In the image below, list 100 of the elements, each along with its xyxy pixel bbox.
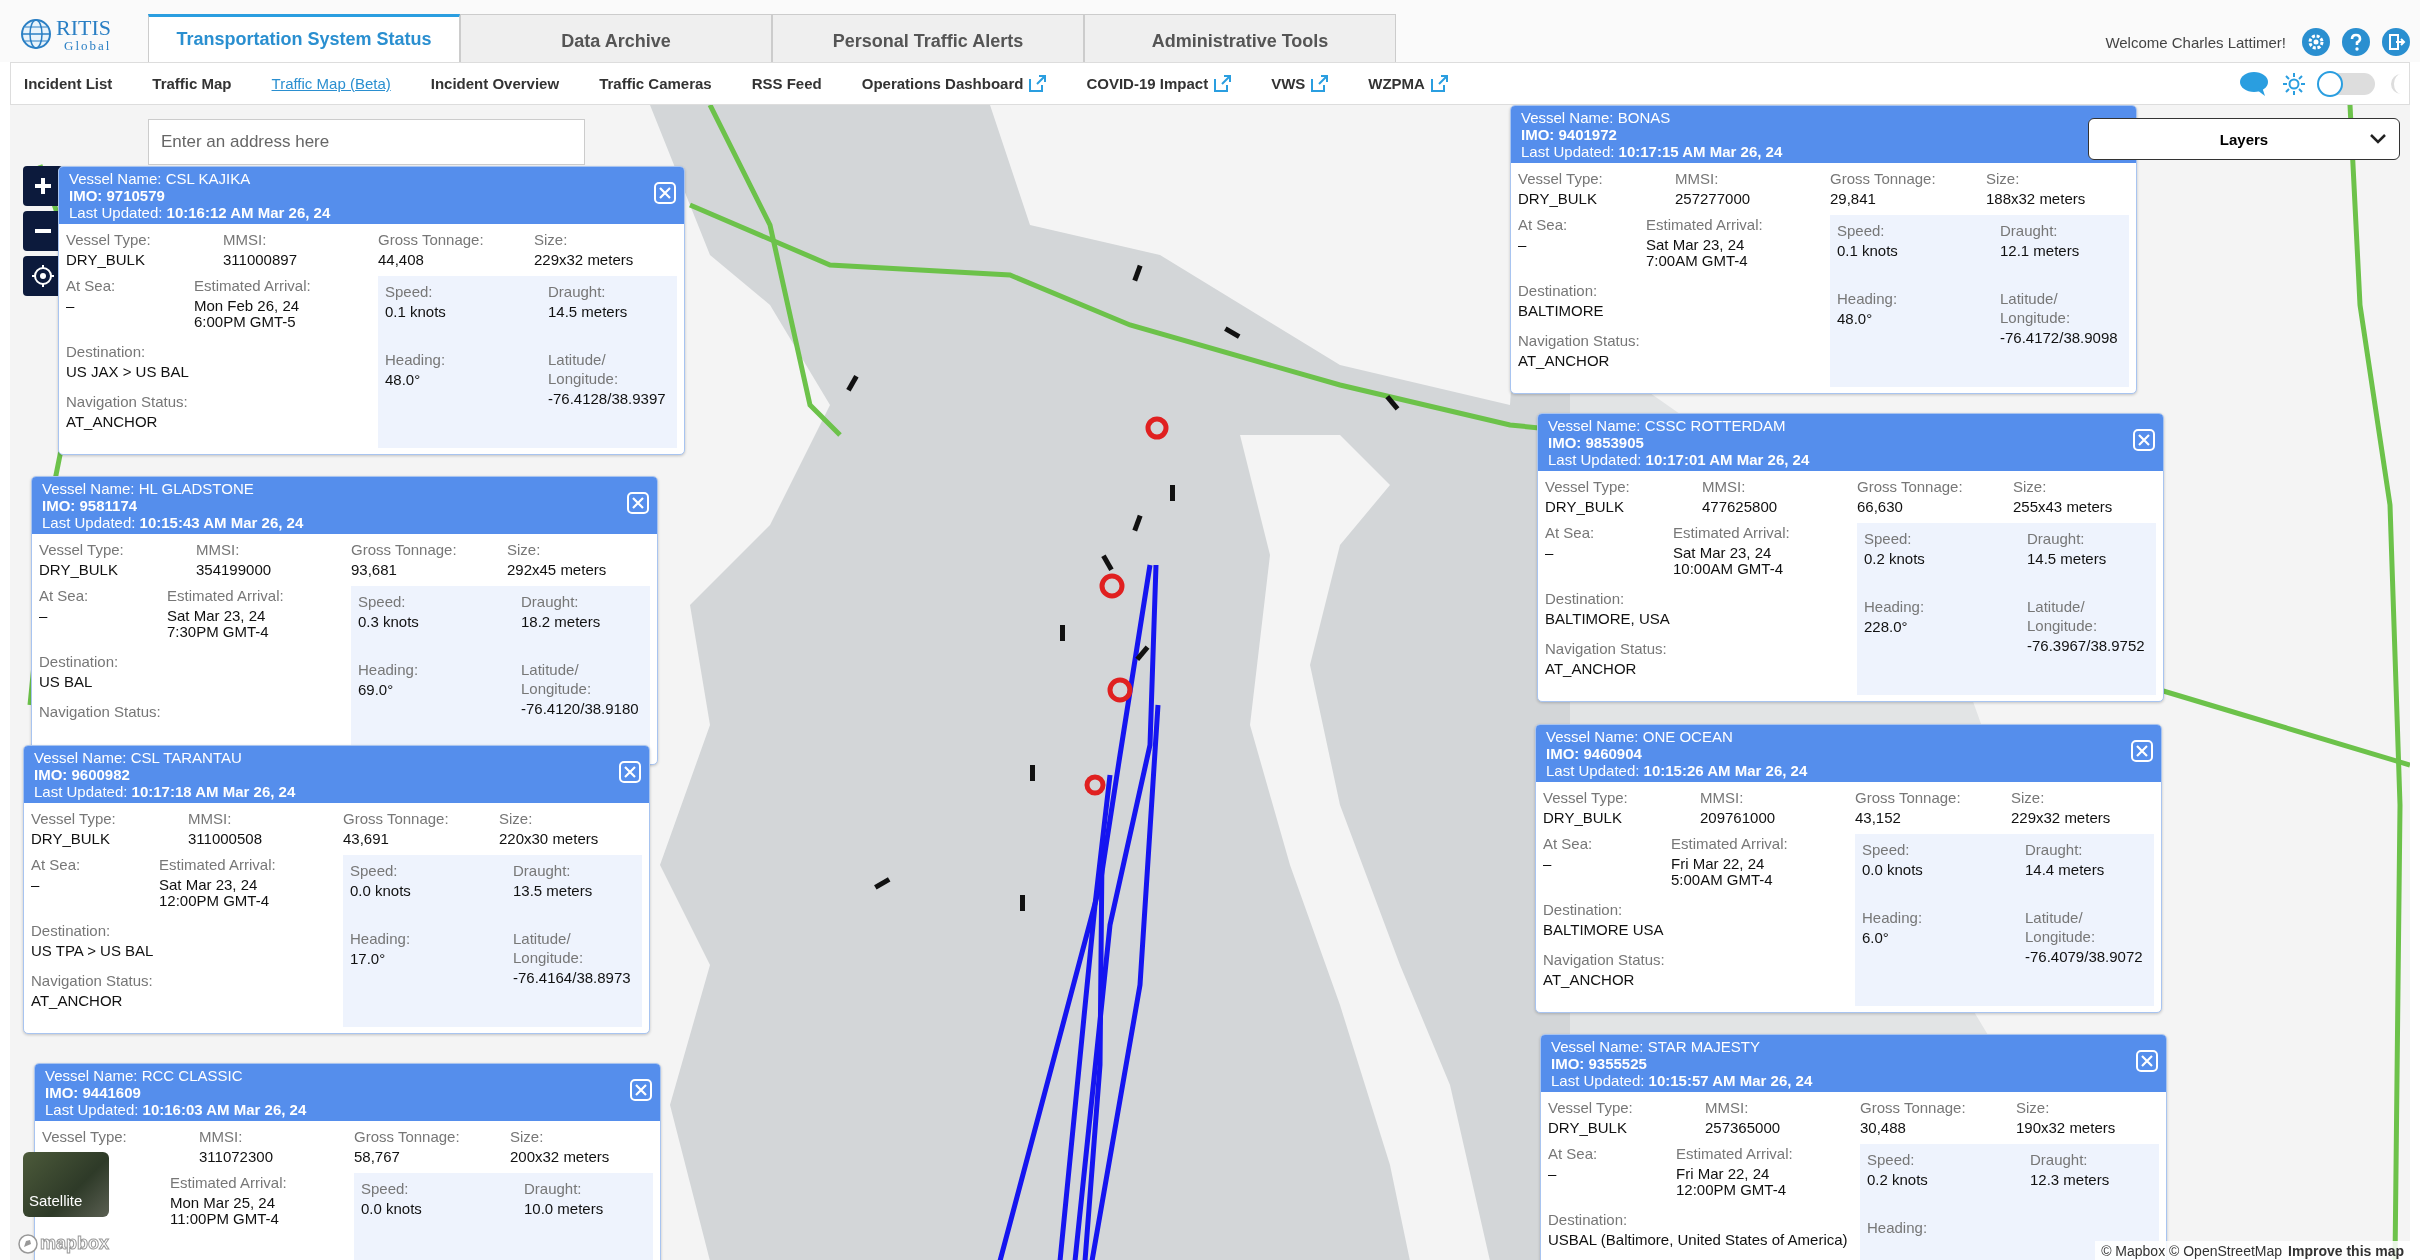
field-value: Mon Mar 25, 24 11:00PM GMT-4 bbox=[170, 1195, 279, 1227]
gear-icon[interactable] bbox=[2302, 28, 2330, 56]
vessel-name: Vessel Name: RCC CLASSIC bbox=[45, 1067, 243, 1084]
close-button[interactable] bbox=[2131, 740, 2153, 762]
field-value: Sat Mar 23, 24 10:00AM GMT-4 bbox=[1673, 545, 1784, 577]
field-value: 29,841 bbox=[1830, 191, 1876, 207]
tab[interactable]: Data Archive bbox=[460, 14, 772, 62]
field-label: Speed: bbox=[1867, 1150, 1915, 1169]
logout-icon[interactable] bbox=[2382, 28, 2410, 56]
field-value: DRY_BULK bbox=[39, 562, 118, 578]
field-label: Vessel Type: bbox=[1548, 1098, 1633, 1117]
vessel-name: Vessel Name: CSL TARANTAU bbox=[34, 749, 242, 766]
satellite-toggle[interactable]: Satellite bbox=[23, 1152, 109, 1217]
vessel-name: Vessel Name: CSSC ROTTERDAM bbox=[1548, 417, 1786, 434]
field-label: Destination: bbox=[1548, 1210, 1628, 1229]
close-icon bbox=[2135, 744, 2149, 758]
last-updated: Last Updated: 10:15:43 AM Mar 26, 24 bbox=[42, 514, 304, 531]
last-updated: Last Updated: 10:16:12 AM Mar 26, 24 bbox=[69, 204, 331, 221]
field-label: At Sea: bbox=[1518, 215, 1568, 234]
tab[interactable]: Personal Traffic Alerts bbox=[772, 14, 1084, 62]
field-value: 6.0° bbox=[1862, 930, 1889, 946]
field-label: At Sea: bbox=[31, 855, 81, 874]
field-label: At Sea: bbox=[1545, 523, 1595, 542]
nav-link[interactable]: COVID-19 Impact bbox=[1086, 75, 1232, 92]
field-label: Vessel Type: bbox=[1518, 169, 1603, 188]
field-value: 190x32 meters bbox=[2016, 1120, 2116, 1136]
chat-bubble-icon[interactable] bbox=[2239, 70, 2269, 97]
vessel-name: Vessel Name: BONAS bbox=[1521, 109, 1671, 126]
field-value: 14.5 meters bbox=[548, 304, 628, 320]
close-button[interactable] bbox=[2133, 429, 2155, 451]
field-label: Heading: bbox=[358, 660, 419, 679]
field-value: – bbox=[1548, 1166, 1557, 1182]
field-label: Draught: bbox=[521, 592, 579, 611]
last-updated: Last Updated: 10:17:01 AM Mar 26, 24 bbox=[1548, 451, 1810, 468]
field-value: 0.0 knots bbox=[361, 1201, 422, 1217]
close-button[interactable] bbox=[654, 182, 676, 204]
close-icon bbox=[631, 496, 645, 510]
field-label: Latitude/ Longitude: bbox=[521, 660, 592, 698]
imo-number: IMO: 9853905 bbox=[1548, 434, 1644, 451]
close-button[interactable] bbox=[630, 1079, 652, 1101]
tab[interactable]: Administrative Tools bbox=[1084, 14, 1396, 62]
field-label: Speed: bbox=[385, 282, 433, 301]
close-icon bbox=[623, 765, 637, 779]
field-value: 292x45 meters bbox=[507, 562, 607, 578]
field-label: Speed: bbox=[1862, 840, 1910, 859]
close-button[interactable] bbox=[2136, 1050, 2158, 1072]
help-icon[interactable] bbox=[2342, 28, 2370, 56]
close-button[interactable] bbox=[627, 492, 649, 514]
field-value: BALTIMORE bbox=[1518, 303, 1604, 319]
field-label: Draught: bbox=[524, 1179, 582, 1198]
field-value: 229x32 meters bbox=[534, 252, 634, 268]
close-button[interactable] bbox=[619, 761, 641, 783]
field-label: Estimated Arrival: bbox=[170, 1173, 287, 1192]
field-label: Size: bbox=[499, 809, 533, 828]
nav-link[interactable]: Incident List bbox=[24, 75, 113, 92]
nav-link[interactable]: Incident Overview bbox=[430, 75, 560, 92]
last-updated: Last Updated: 10:15:57 AM Mar 26, 24 bbox=[1551, 1072, 1813, 1089]
sun-icon bbox=[2283, 72, 2305, 95]
field-value: US JAX > US BAL bbox=[66, 364, 189, 380]
field-label: Destination: bbox=[66, 342, 146, 361]
field-label: MMSI: bbox=[1702, 477, 1746, 496]
field-value: 14.5 meters bbox=[2027, 551, 2107, 567]
field-label: Gross Tonnage: bbox=[1830, 169, 1936, 188]
close-icon bbox=[634, 1083, 648, 1097]
layers-dropdown[interactable]: Layers bbox=[2088, 118, 2400, 160]
field-label: Draught: bbox=[2025, 840, 2083, 859]
nav-link[interactable]: VWS bbox=[1271, 75, 1329, 92]
field-value: US TPA > US BAL bbox=[31, 943, 154, 959]
nav-link[interactable]: Traffic Cameras bbox=[599, 75, 712, 92]
field-label: Size: bbox=[507, 540, 541, 559]
field-label: At Sea: bbox=[66, 276, 116, 295]
field-label: Speed: bbox=[350, 861, 398, 880]
field-value: 43,691 bbox=[343, 831, 389, 847]
tab[interactable]: Transportation System Status bbox=[148, 14, 460, 62]
field-label: MMSI: bbox=[196, 540, 240, 559]
field-value: 17.0° bbox=[350, 951, 386, 967]
improve-map-link[interactable]: Improve this map bbox=[2288, 1243, 2404, 1259]
field-label: Heading: bbox=[350, 929, 411, 948]
field-label: Size: bbox=[534, 230, 568, 249]
field-value: 200x32 meters bbox=[510, 1149, 610, 1165]
field-value: Mon Feb 26, 24 6:00PM GMT-5 bbox=[194, 298, 300, 330]
nav-link[interactable]: RSS Feed bbox=[751, 75, 822, 92]
address-search-field[interactable]: Enter an address here bbox=[148, 119, 585, 165]
nav-link[interactable]: WZPMA bbox=[1368, 75, 1448, 92]
nav-link[interactable]: Operations Dashboard bbox=[861, 75, 1047, 92]
field-value: -76.4164/38.8973 bbox=[513, 970, 631, 986]
field-label: Gross Tonnage: bbox=[1857, 477, 1963, 496]
field-value: 30,488 bbox=[1860, 1120, 1906, 1136]
nav-link[interactable]: Traffic Map bbox=[152, 75, 232, 92]
field-label: Destination: bbox=[1543, 900, 1623, 919]
field-value: – bbox=[1543, 856, 1552, 872]
external-link-icon bbox=[1214, 75, 1232, 92]
theme-toggle[interactable] bbox=[2319, 72, 2375, 95]
field-value: – bbox=[1518, 237, 1527, 253]
field-value: Fri Mar 22, 24 5:00AM GMT-4 bbox=[1671, 856, 1773, 888]
field-value: AT_ANCHOR bbox=[1543, 972, 1635, 988]
field-label: Draught: bbox=[548, 282, 606, 301]
last-updated: Last Updated: 10:15:26 AM Mar 26, 24 bbox=[1546, 762, 1808, 779]
nav-link[interactable]: Traffic Map (Beta) bbox=[271, 75, 391, 92]
field-label: Draught: bbox=[2030, 1150, 2088, 1169]
